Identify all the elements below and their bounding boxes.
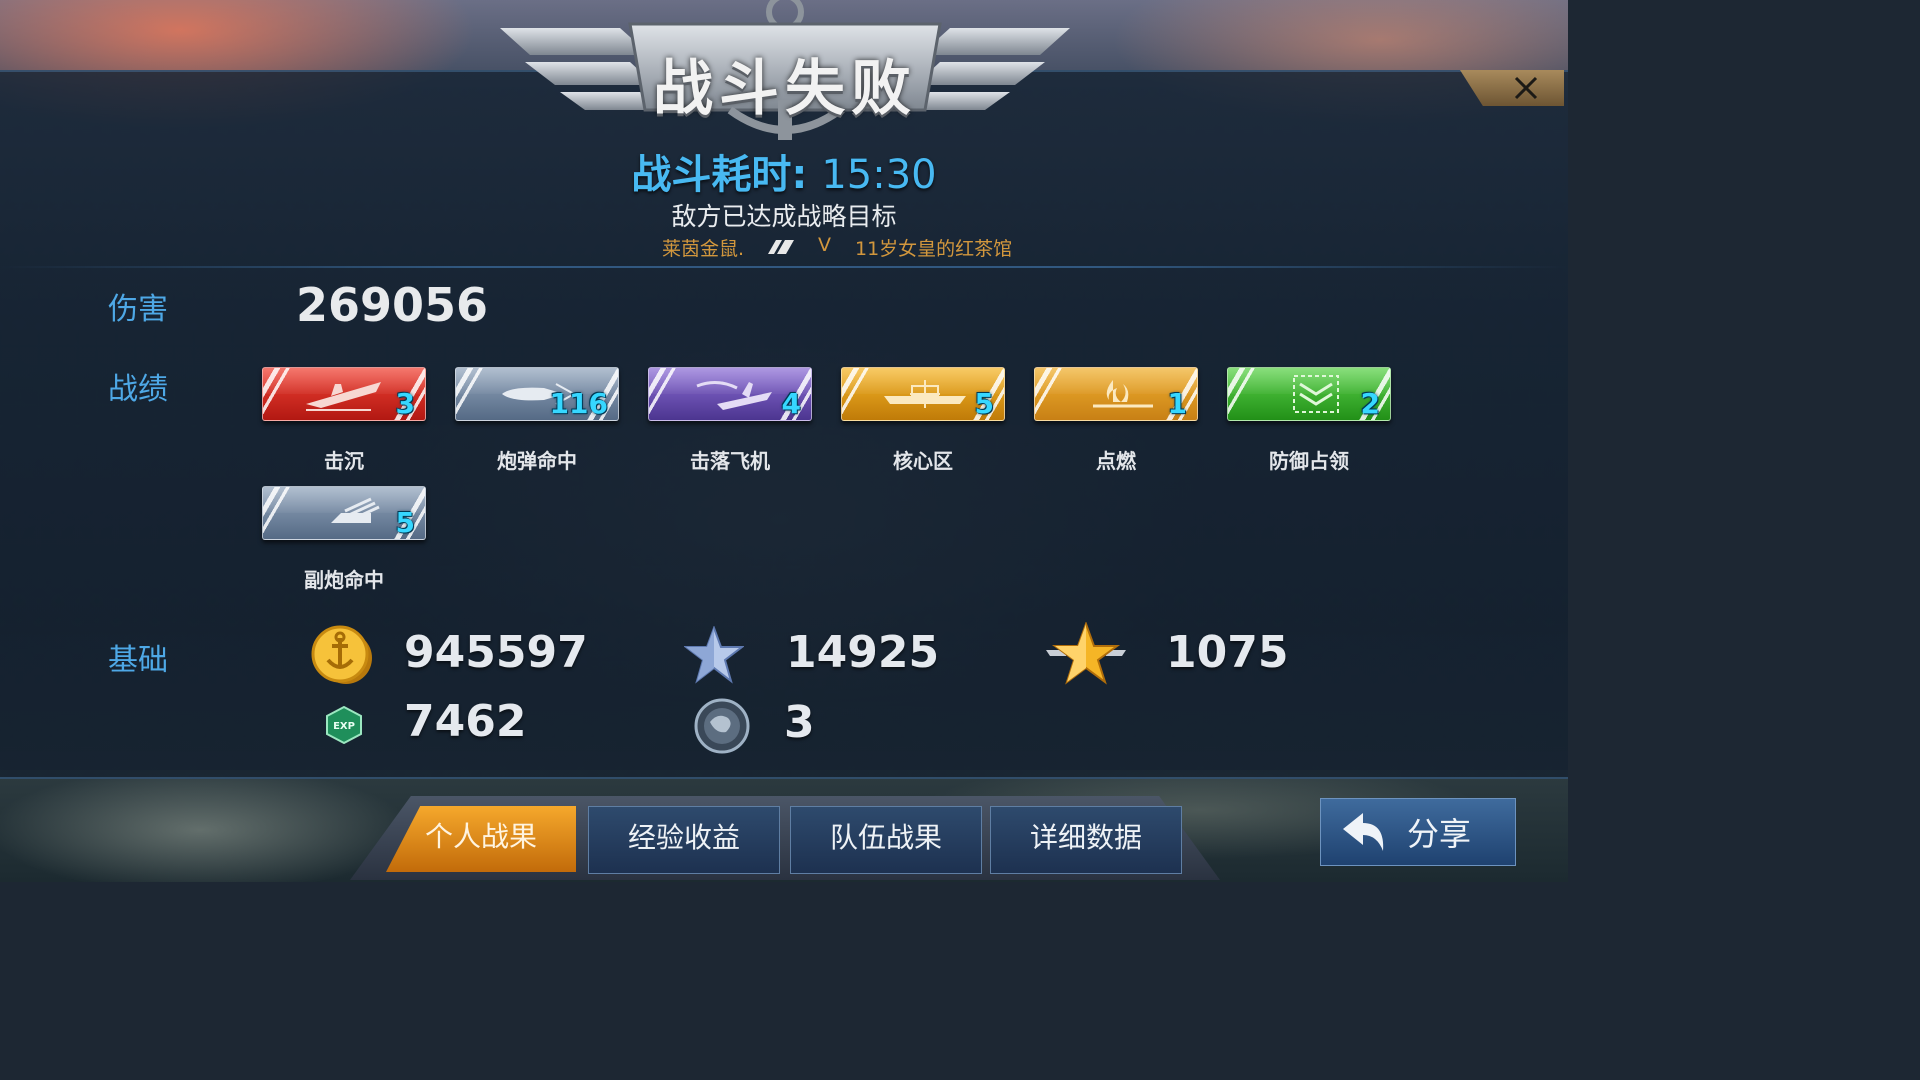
- globe-icon: [694, 698, 750, 754]
- close-icon: [1514, 76, 1538, 100]
- medal-plane-down-badge[interactable]: 4: [648, 367, 812, 421]
- tab-detailed-data[interactable]: 详细数据: [990, 806, 1182, 874]
- player-right-name: 11岁女皇的红茶馆: [855, 238, 1013, 260]
- duration-value: 15:30: [821, 152, 937, 198]
- medal-citadel-badge[interactable]: 5: [841, 367, 1005, 421]
- medal-fire-count: 1: [1167, 387, 1187, 420]
- coins-value: 945597: [404, 627, 588, 678]
- secondary-gun-icon: [331, 497, 380, 523]
- damage-value: 269056: [296, 278, 489, 332]
- exp-value: 7462: [404, 696, 527, 747]
- medal-fire-label: 点燃: [1096, 449, 1136, 473]
- gold-star-value: 1075: [1166, 627, 1289, 678]
- fire-icon: [1093, 380, 1153, 408]
- medal-secondary-gun-count: 5: [395, 506, 415, 539]
- globe-value: 3: [784, 697, 815, 748]
- medal-shell-hit: 116 炮弹命中: [455, 367, 619, 473]
- tab-experience-rewards[interactable]: 经验收益: [588, 806, 780, 874]
- medal-secondary-gun: 5 副炮命中: [262, 486, 426, 592]
- medal-defense-capture: 2 防御占领: [1227, 367, 1391, 473]
- medal-shell-hit-badge[interactable]: 116: [455, 367, 619, 421]
- medal-plane-down-count: 4: [781, 387, 801, 420]
- vs-separator: V: [818, 234, 831, 256]
- exp-badge-icon: EXP: [326, 706, 362, 744]
- ship-sink-icon: [306, 382, 381, 411]
- medal-secondary-gun-label: 副炮命中: [304, 568, 384, 592]
- medal-fire-badge[interactable]: 1: [1034, 367, 1198, 421]
- back-arrow-icon: [1343, 813, 1384, 851]
- battle-duration: 战斗耗时: 15:30: [0, 142, 1568, 200]
- plane-down-icon: [696, 381, 772, 410]
- medal-fire: 1 点燃: [1034, 367, 1198, 473]
- rank-chevron-icon: [768, 240, 794, 254]
- medal-defense-capture-badge[interactable]: 2: [1227, 367, 1391, 421]
- medal-shell-hit-label: 炮弹命中: [497, 449, 577, 473]
- medal-defense-capture-label: 防御占领: [1269, 449, 1349, 473]
- citadel-icon: [884, 380, 966, 408]
- base-label: 基础: [108, 643, 168, 678]
- matchup-line: 莱茵金鼠. V 11岁女皇的红茶馆: [600, 234, 1060, 262]
- medal-secondary-gun-badge[interactable]: 5: [262, 486, 426, 540]
- medal-plane-down-label: 击落飞机: [690, 449, 770, 473]
- medal-defense-capture-count: 2: [1360, 387, 1380, 420]
- medal-sink: 3 击沉: [262, 367, 426, 473]
- share-label: 分享: [1407, 815, 1472, 853]
- medal-plane-down: 4 击落飞机: [648, 367, 812, 473]
- battle-result-title: 战斗失败: [653, 54, 917, 124]
- medal-sink-badge[interactable]: 3: [262, 367, 426, 421]
- player-left-name: 莱茵金鼠.: [662, 238, 745, 260]
- medal-citadel-label: 核心区: [893, 449, 953, 473]
- tab-team-results[interactable]: 队伍战果: [790, 806, 982, 874]
- share-button[interactable]: 分享: [1320, 798, 1516, 866]
- record-label: 战绩: [108, 372, 168, 407]
- medal-citadel-count: 5: [974, 387, 994, 420]
- medal-citadel: 5 核心区: [841, 367, 1005, 473]
- silver-star-icon: [684, 626, 744, 684]
- svg-text:EXP: EXP: [333, 721, 355, 732]
- medal-sink-label: 击沉: [324, 449, 364, 473]
- header-divider: [0, 266, 1568, 268]
- gold-winged-star-icon: [1046, 622, 1126, 685]
- defense-capture-icon: [1293, 375, 1339, 413]
- gold-anchor-coin-icon: [311, 625, 372, 684]
- damage-label: 伤害: [108, 292, 168, 327]
- result-reason: 敌方已达成战略目标: [671, 202, 897, 231]
- medal-sink-count: 3: [395, 387, 415, 420]
- duration-label: 战斗耗时:: [631, 152, 808, 198]
- silver-star-value: 14925: [786, 627, 940, 678]
- medal-shell-hit-count: 116: [549, 387, 608, 420]
